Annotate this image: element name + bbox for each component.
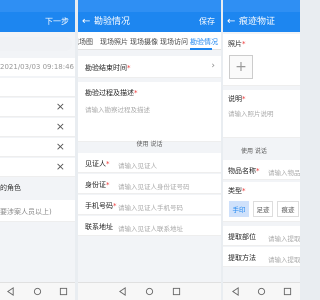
extract-method-label: 提取方法 bbox=[228, 254, 256, 262]
chevron-right-icon: › bbox=[211, 61, 215, 71]
list-item: × bbox=[0, 138, 75, 157]
id-label: 身份证* bbox=[85, 181, 110, 189]
home-nav-icon[interactable] bbox=[145, 287, 154, 296]
summary-input[interactable]: 请输入勘察过程及描述 bbox=[85, 104, 150, 114]
back-nav-icon[interactable] bbox=[6, 287, 15, 296]
tab-scene-map[interactable]: 现场图 bbox=[78, 37, 93, 47]
summary-label: 勘验过程及描述* bbox=[85, 89, 138, 97]
page-title: 勘验情况 bbox=[94, 17, 131, 27]
active-tab-indicator bbox=[190, 48, 212, 50]
role-text: 的角色 bbox=[0, 184, 21, 192]
extract-method-input[interactable]: 请输入提取方 bbox=[268, 254, 300, 264]
tab-scene-interview[interactable]: 现场访问 bbox=[160, 37, 188, 47]
next-step-button[interactable]: 下一步 bbox=[45, 17, 69, 27]
center-screen: ← 勘验情况 保存 现场图 现场照片 现场摄像 现场访问 勘验情况 勘验结束时间… bbox=[78, 0, 221, 300]
date-field[interactable]: 2021/03/03 09:18:46 bbox=[0, 58, 75, 76]
end-time-field[interactable]: 勘验结束时间* › bbox=[78, 56, 221, 78]
extract-part-label: 提取部位 bbox=[228, 233, 256, 241]
id-input[interactable]: 请输入见证人身份证号码 bbox=[118, 181, 190, 191]
system-nav-bar bbox=[0, 282, 75, 300]
summary-field: 勘验过程及描述* 请输入勘察过程及描述 bbox=[78, 82, 221, 142]
status-bar bbox=[0, 0, 75, 12]
photo-label: 照片* bbox=[228, 40, 246, 48]
back-arrow-icon[interactable]: ← bbox=[227, 16, 236, 28]
type-label: 类型* bbox=[228, 187, 246, 195]
list-item: × bbox=[0, 98, 75, 117]
add-photo-button[interactable]: + bbox=[229, 55, 253, 79]
header-bar: ← 勘验情况 保存 bbox=[78, 12, 221, 32]
description-label: 说明* bbox=[228, 95, 246, 103]
search-input[interactable] bbox=[0, 37, 72, 51]
address-input[interactable]: 请输入见证人联系地址 bbox=[118, 223, 183, 233]
plus-icon: + bbox=[235, 59, 247, 75]
header-bar: 下一步 bbox=[0, 12, 75, 32]
status-bar bbox=[223, 0, 300, 12]
tab-inspection-status[interactable]: 勘验情况 bbox=[190, 37, 218, 47]
close-icon[interactable]: × bbox=[56, 141, 65, 153]
phone-input[interactable]: 请输入见证人手机号码 bbox=[118, 202, 183, 212]
home-nav-icon[interactable] bbox=[33, 287, 42, 296]
back-nav-icon[interactable] bbox=[118, 287, 127, 296]
tab-scene-video[interactable]: 现场摄像 bbox=[130, 37, 158, 47]
status-bar bbox=[78, 0, 221, 12]
description-input[interactable]: 请输入照片说明 bbox=[228, 108, 274, 118]
item-name-field: 物品名称* 请输入物品 bbox=[223, 160, 300, 180]
type-option-fingerprint[interactable]: 手印 bbox=[229, 201, 249, 217]
witness-field: 见证人* 请输入见证人 bbox=[78, 153, 221, 173]
close-icon[interactable]: × bbox=[56, 121, 65, 133]
header-bar: ← 痕迹物证 bbox=[223, 12, 300, 32]
type-option-footprint[interactable]: 足迹 bbox=[253, 201, 273, 217]
list-item bbox=[0, 78, 75, 97]
recent-nav-icon[interactable] bbox=[59, 287, 68, 296]
list-item: × bbox=[0, 158, 75, 177]
list-item: × bbox=[0, 118, 75, 137]
description-field: 说明* 请输入照片说明 bbox=[223, 90, 300, 138]
left-screen: 下一步 2021/03/03 09:18:46 × × × × 的角色 要涉案人… bbox=[0, 0, 75, 300]
close-icon[interactable]: × bbox=[56, 161, 65, 173]
extract-method-field: 提取方法 请输入提取方 bbox=[223, 247, 300, 267]
id-field: 身份证* 请输入见证人身份证号码 bbox=[78, 174, 221, 194]
hint-text: 要涉案人员以上) bbox=[0, 208, 52, 216]
recent-nav-icon[interactable] bbox=[172, 287, 181, 296]
recent-nav-icon[interactable] bbox=[283, 287, 292, 296]
extract-part-field: 提取部位 请输入提取部 bbox=[223, 226, 300, 246]
tab-bar: 现场图 现场照片 现场摄像 现场访问 勘验情况 bbox=[78, 32, 221, 50]
address-label: 联系地址 bbox=[85, 223, 113, 231]
template-voice-button[interactable]: 使用 说话 bbox=[78, 139, 221, 148]
right-screen: ← 痕迹物证 照片* + 说明* 请输入照片说明 使用 说话 物品名称* 请输入… bbox=[223, 0, 300, 300]
address-field: 联系地址 请输入见证人联系地址 bbox=[78, 216, 221, 236]
save-button[interactable]: 保存 bbox=[199, 17, 215, 27]
witness-label: 见证人* bbox=[85, 160, 110, 168]
back-nav-icon[interactable] bbox=[231, 287, 240, 296]
item-name-label: 物品名称* bbox=[228, 167, 260, 175]
type-option-trace[interactable]: 痕迹 bbox=[277, 201, 299, 217]
system-nav-bar bbox=[78, 282, 221, 300]
close-icon[interactable]: × bbox=[56, 101, 65, 113]
page-title: 痕迹物证 bbox=[239, 17, 276, 27]
tab-scene-photos[interactable]: 现场照片 bbox=[100, 37, 128, 47]
witness-input[interactable]: 请输入见证人 bbox=[118, 160, 157, 170]
extract-part-input[interactable]: 请输入提取部 bbox=[268, 233, 300, 243]
phone-label: 手机号码* bbox=[85, 202, 117, 210]
template-voice-button[interactable]: 使用 说话 bbox=[241, 146, 300, 155]
list-item: 要涉案人员以上) bbox=[0, 200, 75, 222]
item-name-input[interactable]: 请输入物品 bbox=[268, 167, 300, 177]
end-time-label: 勘验结束时间* bbox=[85, 64, 131, 72]
phone-field: 手机号码* 请输入见证人手机号码 bbox=[78, 195, 221, 215]
home-nav-icon[interactable] bbox=[257, 287, 266, 296]
back-arrow-icon[interactable]: ← bbox=[82, 16, 91, 28]
system-nav-bar bbox=[223, 282, 300, 300]
